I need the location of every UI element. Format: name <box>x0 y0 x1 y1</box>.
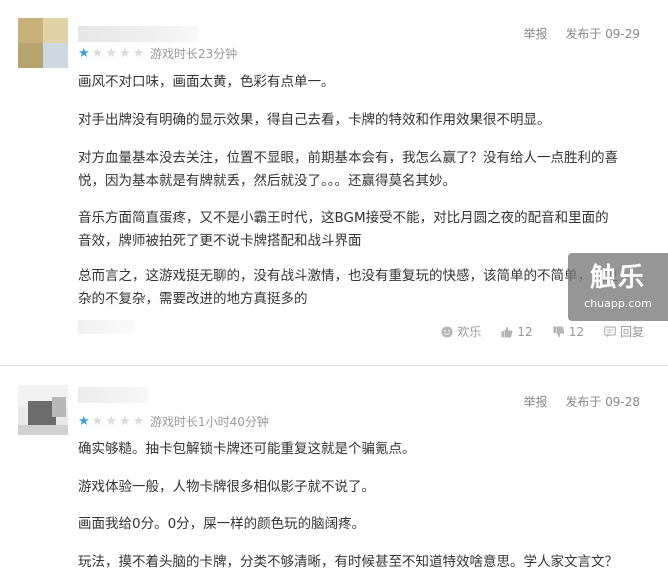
happy-label: 欢乐 <box>457 325 482 339</box>
like-count: 12 <box>517 325 533 339</box>
playtime: 游戏时长23分钟 <box>150 47 238 61</box>
review-paragraph: 玩法，摸不着头脑的卡牌，分类不够清晰，有时候甚至不知道特效啥意思。学人家文言文？ <box>78 554 618 570</box>
username-blurred[interactable] <box>78 387 148 403</box>
review-meta: 举报 发布于 09-29 <box>509 26 640 42</box>
star-rating: ★★★★★ <box>78 46 146 62</box>
dislike-button[interactable]: 12 <box>553 324 584 340</box>
like-button[interactable]: 12 <box>501 324 533 340</box>
star-filled-icon: ★ <box>78 414 92 429</box>
review-paragraph: 音乐方面简直蛋疼，又不是小霸王时代，这BGM接受不能，对比月圆之夜的配音和里面的 <box>78 210 609 226</box>
post-date: 发布于 09-29 <box>565 27 640 41</box>
review-card: ★★★★★ 游戏时长1小时40分钟 举报 发布于 09-28 确实够糙。抽卡包解… <box>0 373 668 577</box>
star-empty-icon: ★ <box>91 414 106 429</box>
review-paragraph: 总而言之，这游戏挺无聊的，没有战斗激情，也没有重复玩的快感，该简单的不简单，该复 <box>78 268 618 284</box>
dislike-count: 12 <box>568 325 584 339</box>
thumbs-up-icon <box>501 326 513 338</box>
smile-icon <box>441 326 453 338</box>
reply-button[interactable]: 回复 <box>604 324 644 340</box>
star-empty-icon: ★ <box>132 414 147 429</box>
thumbs-down-icon <box>553 326 565 338</box>
watermark-logo-text: 触乐 <box>589 263 646 293</box>
star-empty-icon: ★ <box>91 46 106 61</box>
review-paragraph: 悦，因为基本就是有牌就丢，然后就没了。。。还赢得莫名其妙。 <box>78 173 456 189</box>
review-actions: 欢乐 12 12 回复 <box>421 324 644 340</box>
review-paragraph: 对方血量基本没去关注，位置不显眼，前期基本会有，我怎么赢了？没有给人一点胜利的喜 <box>78 150 618 166</box>
avatar[interactable] <box>18 18 68 68</box>
review-paragraph: 对手出牌没有明确的显示效果，得自己去看，卡牌的特效和作用效果很不明显。 <box>78 112 551 128</box>
site-watermark: 触乐 chuapp.com <box>568 253 668 321</box>
review-divider <box>0 365 668 366</box>
review-paragraph: 音效，牌师被拍死了更不说卡牌搭配和战斗界面 <box>78 233 362 249</box>
username-blurred[interactable] <box>78 26 198 42</box>
reply-label: 回复 <box>619 325 644 339</box>
happy-button[interactable]: 欢乐 <box>441 324 481 340</box>
watermark-domain: chuapp.com <box>584 297 652 310</box>
star-empty-icon: ★ <box>105 46 119 61</box>
review-paragraph: 确实够糙。抽卡包解锁卡牌还可能重复这就是个骗氪点。 <box>78 441 416 457</box>
star-filled-icon: ★ <box>78 46 92 61</box>
review-paragraph: 画风不对口味，画面太黄，色彩有点单一。 <box>78 74 335 90</box>
review-paragraph: 画面我给0分。0分，屎一样的颜色玩的脑阔疼。 <box>78 516 366 532</box>
post-date: 发布于 09-28 <box>565 395 640 409</box>
playtime: 游戏时长1小时40分钟 <box>150 415 269 429</box>
avatar[interactable] <box>18 385 68 435</box>
star-rating: ★★★★★ <box>78 414 146 430</box>
report-link[interactable]: 举报 <box>523 27 547 41</box>
star-empty-icon: ★ <box>118 46 133 61</box>
review-paragraph: 游戏体验一般，人物卡牌很多相似影子就不说了。 <box>78 479 375 495</box>
report-link[interactable]: 举报 <box>523 395 547 409</box>
star-empty-icon: ★ <box>118 414 133 429</box>
review-paragraph: 杂的不复杂，需要改进的地方真挺多的 <box>78 291 308 307</box>
star-empty-icon: ★ <box>105 414 119 429</box>
device-info-blurred <box>78 320 134 334</box>
review-meta: 举报 发布于 09-28 <box>509 394 640 410</box>
star-empty-icon: ★ <box>132 46 147 61</box>
comment-icon <box>604 326 616 338</box>
